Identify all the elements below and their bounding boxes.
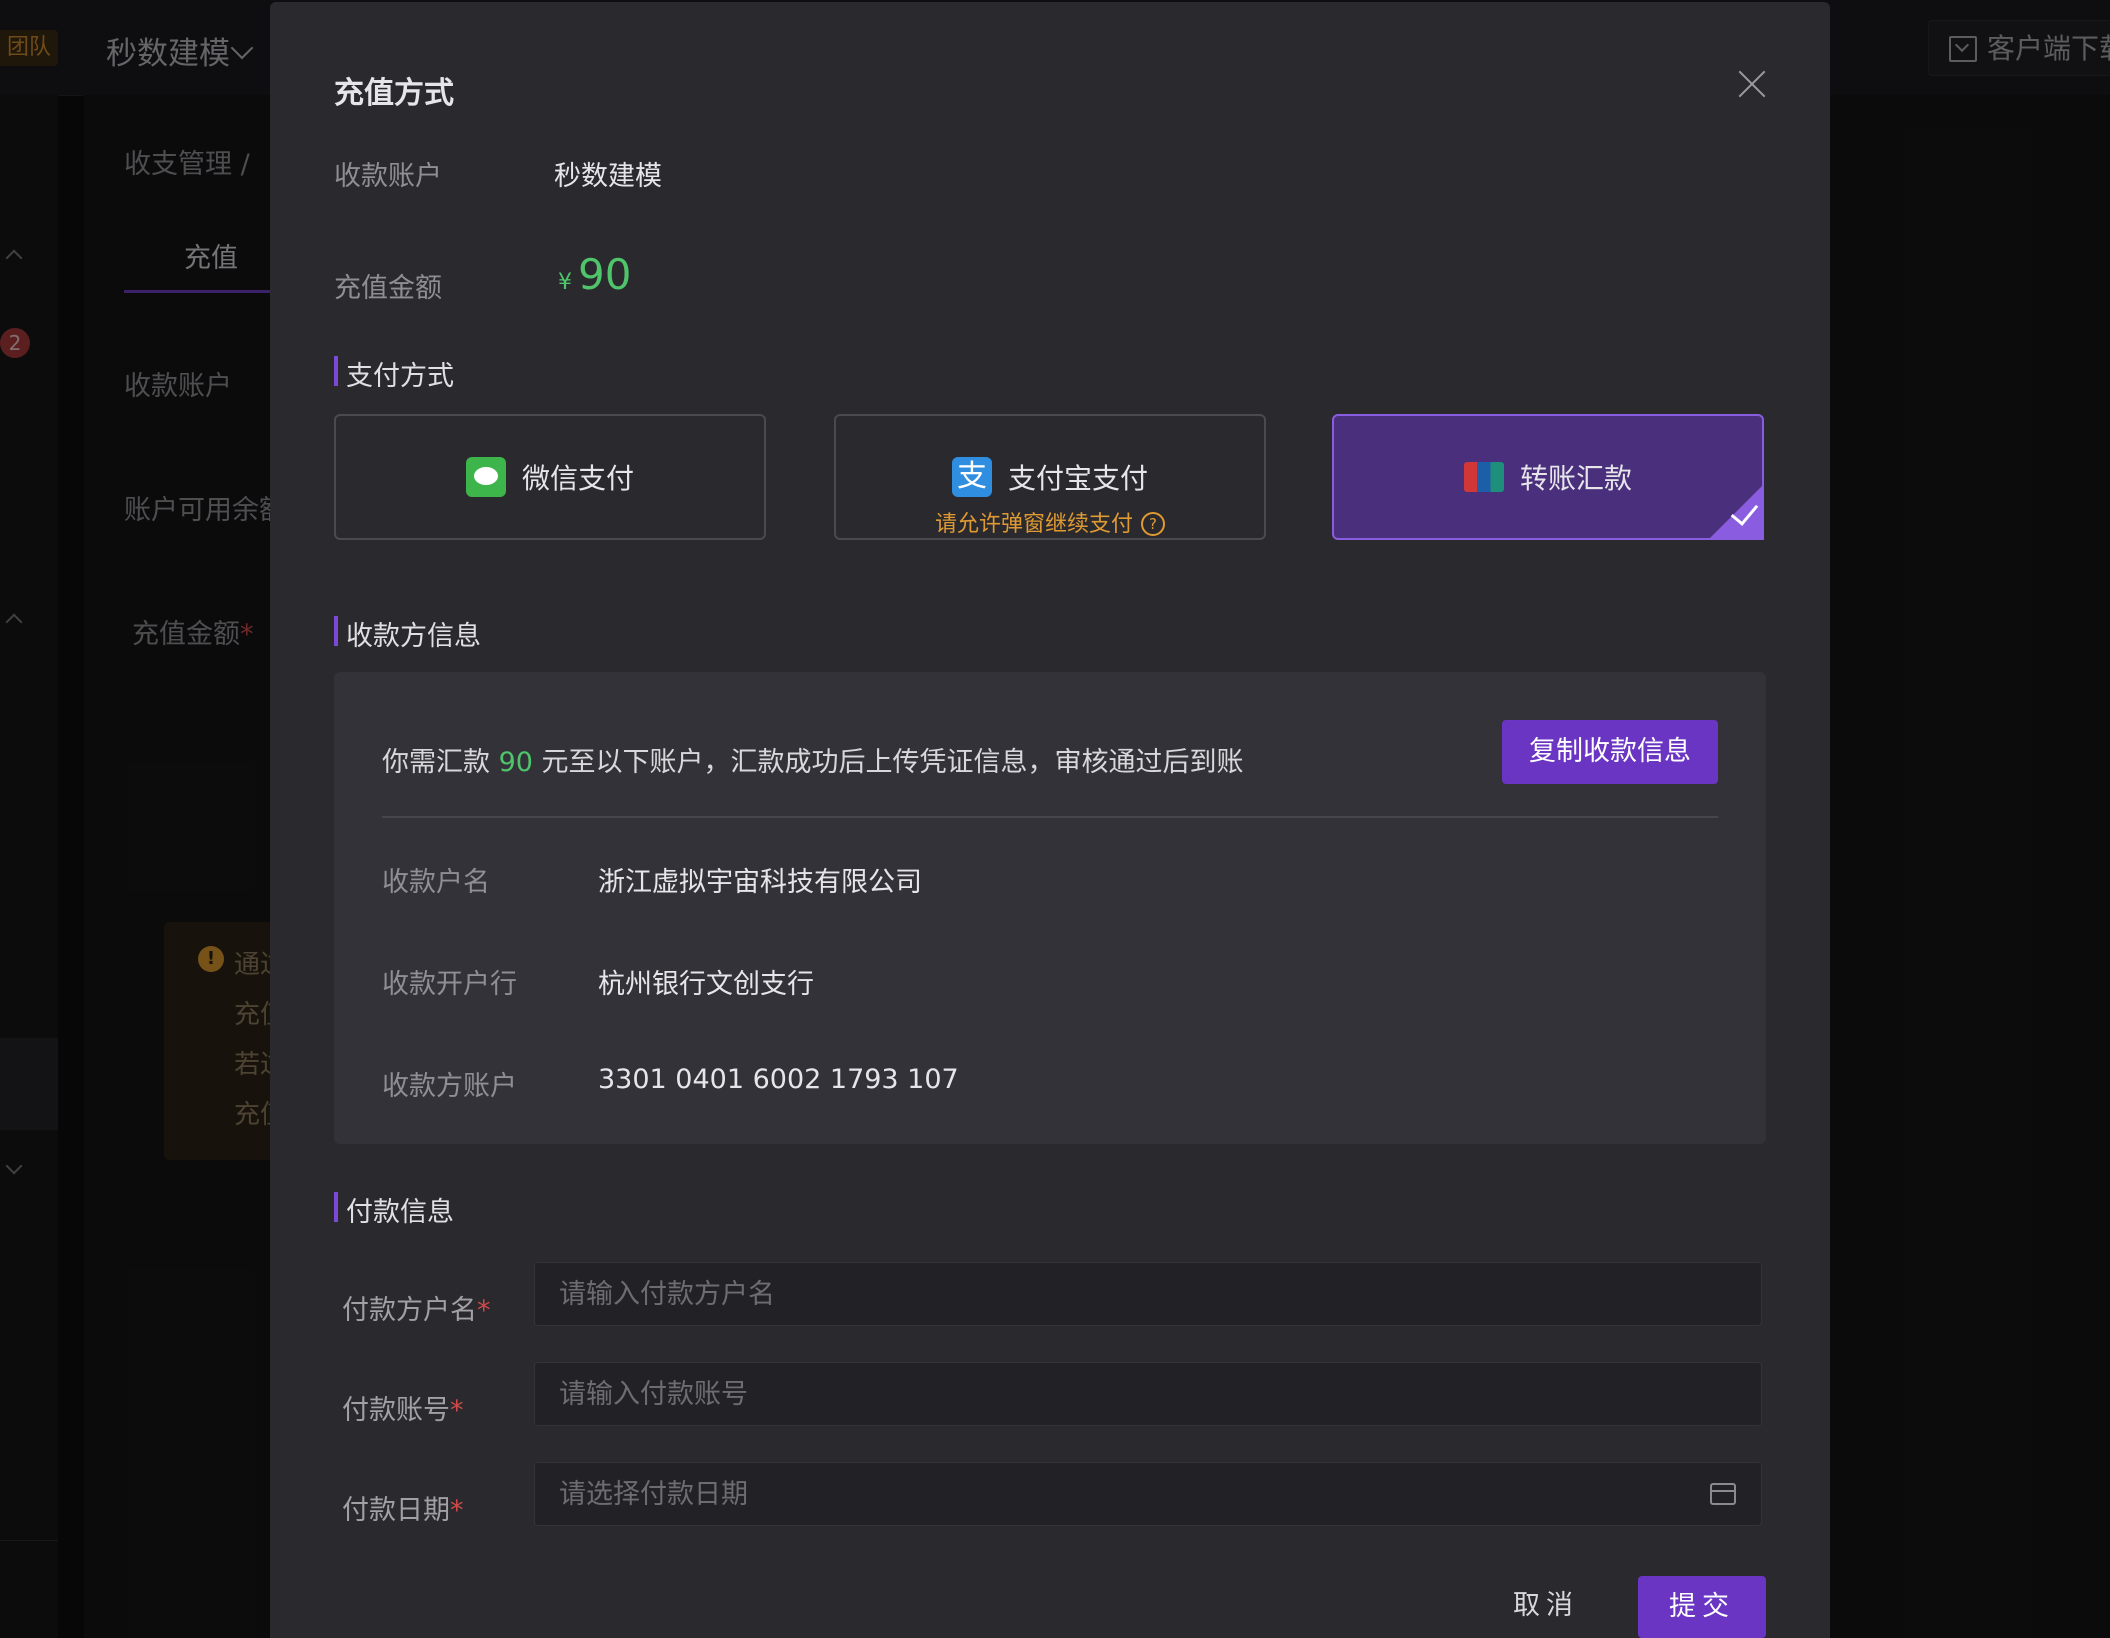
payment-date-label: 付款日期* — [342, 1495, 464, 1526]
payee-name-label: 收款户名 — [382, 867, 490, 898]
transfer-instruction: 你需汇款 90 元至以下账户，汇款成功后上传凭证信息，审核通过后到账 — [382, 747, 1244, 778]
help-icon[interactable]: ? — [1141, 512, 1165, 536]
payer-account-label: 付款账号* — [342, 1395, 464, 1426]
submit-button[interactable]: 提交 — [1638, 1576, 1766, 1638]
payment-date-picker[interactable] — [534, 1462, 1762, 1526]
amount-number: 90 — [578, 250, 632, 299]
wechat-icon — [465, 457, 506, 497]
pay-method-label: 支付宝支付 — [1007, 462, 1148, 495]
dialog-title: 充值方式 — [334, 76, 454, 111]
payee-bank-label: 收款开户行 — [382, 969, 517, 1000]
pay-method-label: 转账汇款 — [1519, 462, 1632, 495]
payer-name-label: 付款方户名* — [342, 1295, 491, 1326]
instruction-amount: 90 — [498, 747, 533, 778]
section-title-payee: 收款方信息 — [334, 614, 481, 653]
pay-method-transfer[interactable]: 转账汇款 — [1332, 414, 1764, 540]
currency-symbol: ¥ — [558, 270, 572, 295]
cancel-button[interactable]: 取消 — [1496, 1576, 1596, 1636]
payer-name-input[interactable] — [534, 1262, 1762, 1326]
account-value: 秒数建模 — [554, 161, 662, 192]
payer-account-input[interactable] — [534, 1362, 1762, 1426]
account-label: 收款账户 — [334, 161, 442, 192]
calendar-icon[interactable] — [1710, 1483, 1736, 1505]
section-title-payer: 付款信息 — [334, 1190, 454, 1229]
payee-info-panel: 你需汇款 90 元至以下账户，汇款成功后上传凭证信息，审核通过后到账 复制收款信… — [334, 672, 1766, 1144]
pay-method-wechat[interactable]: 微信支付 — [334, 414, 766, 540]
payee-name-value: 浙江虚拟宇宙科技有限公司 — [598, 867, 922, 898]
amount-value: ¥90 — [558, 250, 631, 299]
close-icon[interactable] — [1736, 68, 1768, 100]
recharge-method-dialog: 充值方式 收款账户 秒数建模 充值金额 ¥90 支付方式 微信支付 支支付宝支付… — [270, 2, 1830, 1638]
amount-label: 充值金额 — [334, 273, 442, 304]
popup-hint: 请允许弹窗继续支付? — [836, 506, 1264, 538]
copy-payee-info-button[interactable]: 复制收款信息 — [1502, 720, 1718, 784]
divider — [382, 816, 1718, 818]
alipay-icon: 支 — [951, 457, 992, 497]
payee-account-value: 3301 0401 6002 1793 107 — [598, 1064, 959, 1095]
section-title-payment: 支付方式 — [334, 354, 454, 393]
unionpay-icon — [1463, 462, 1504, 492]
payee-bank-value: 杭州银行文创支行 — [598, 969, 814, 1000]
payee-account-label: 收款方账户 — [382, 1071, 517, 1102]
pay-method-alipay[interactable]: 支支付宝支付 请允许弹窗继续支付? — [834, 414, 1266, 540]
pay-method-label: 微信支付 — [521, 462, 634, 495]
